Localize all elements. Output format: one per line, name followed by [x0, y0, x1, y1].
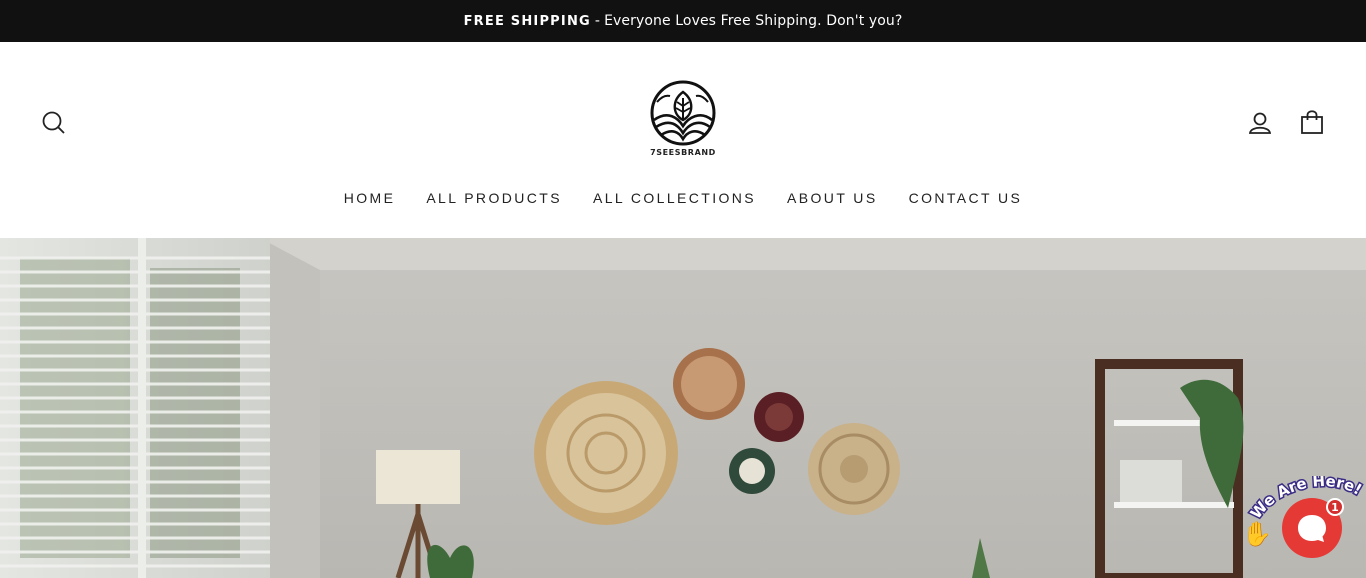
shopping-bag-icon — [1301, 110, 1323, 134]
nav-item-contact-us[interactable]: CONTACT US — [909, 190, 1023, 206]
nav-item-all-products[interactable]: ALL PRODUCTS — [426, 190, 562, 206]
nav-item-all-collections[interactable]: ALL COLLECTIONS — [593, 190, 756, 206]
user-icon — [1248, 112, 1272, 134]
logo-emblem-icon — [650, 80, 716, 146]
search-button[interactable] — [40, 109, 68, 137]
logo-text: 7SEESBRAND — [650, 148, 716, 157]
announcement-separator: - — [594, 13, 601, 29]
announcement-bar: FREE SHIPPING - Everyone Loves Free Ship… — [0, 0, 1366, 42]
announcement-text: Everyone Loves Free Shipping. Don't you? — [604, 13, 903, 29]
nav-item-home[interactable]: HOME — [344, 190, 396, 206]
announcement-strong: FREE SHIPPING — [463, 13, 591, 29]
search-icon — [42, 111, 65, 134]
hero-image — [0, 238, 1366, 578]
chat-unread-badge: 1 — [1326, 498, 1344, 516]
chat-widget[interactable]: We Are Here! ✋ 1 — [1240, 468, 1366, 578]
nav-item-about-us[interactable]: ABOUT US — [787, 190, 878, 206]
account-button[interactable] — [1246, 109, 1274, 137]
brand-logo[interactable]: 7SEESBRAND — [640, 80, 726, 160]
cart-button[interactable] — [1298, 108, 1326, 136]
wave-hand-icon: ✋ — [1242, 520, 1272, 548]
main-nav: HOME ALL PRODUCTS ALL COLLECTIONS ABOUT … — [0, 190, 1366, 206]
chat-bubble-icon — [1298, 515, 1326, 542]
site-header: 7SEESBRAND HOME ALL PRODUCTS ALL COLLECT… — [0, 42, 1366, 238]
hero-room-illustration — [0, 238, 1366, 578]
